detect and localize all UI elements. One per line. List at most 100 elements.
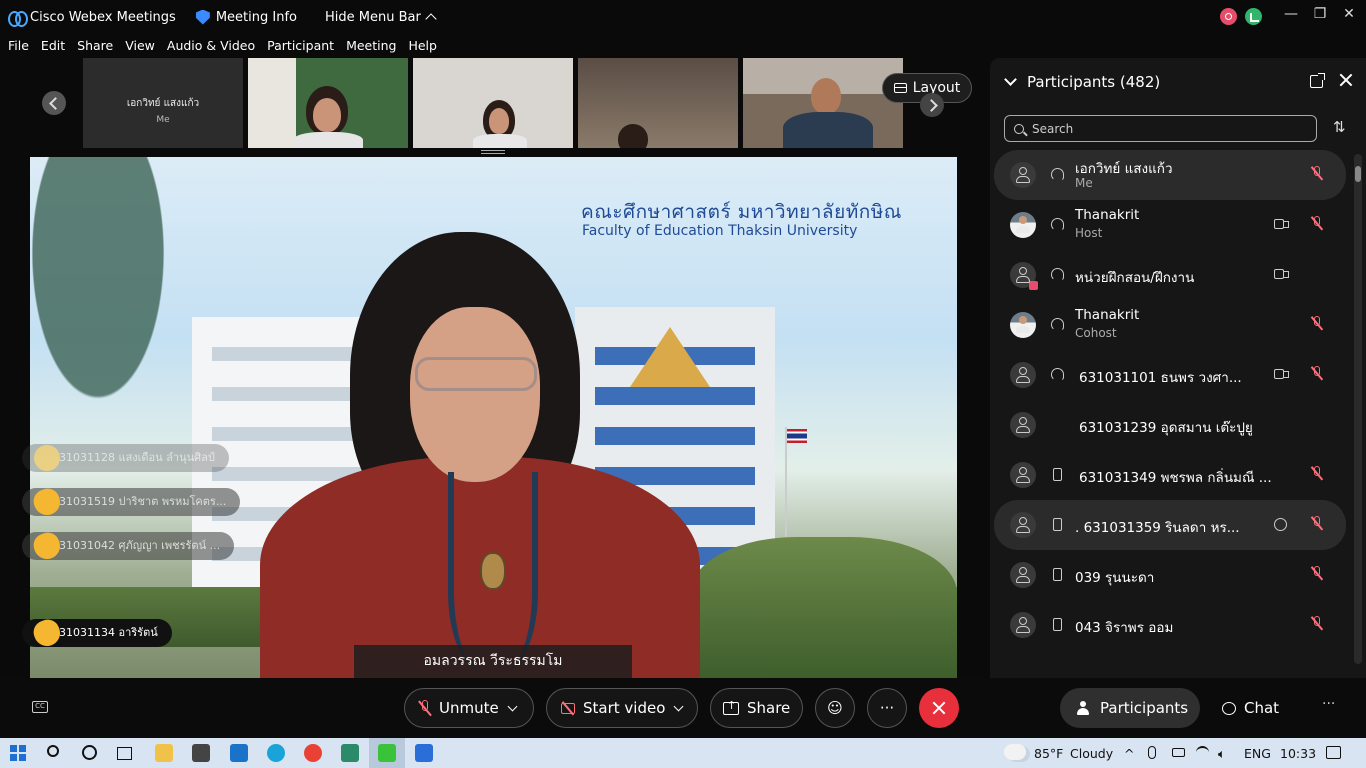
start-video-button[interactable]: Start video: [546, 688, 698, 728]
microphone-icon[interactable]: [1148, 746, 1156, 759]
hide-menu-bar-button[interactable]: Hide Menu Bar: [325, 10, 437, 25]
speaker-icon[interactable]: 🔈︎: [1218, 746, 1226, 762]
mic-muted-icon[interactable]: [1312, 316, 1322, 331]
phone-icon: [1053, 518, 1062, 531]
chat-bubble-icon[interactable]: [1274, 518, 1287, 531]
camera-icon: [1274, 219, 1289, 229]
camera-icon: [1274, 269, 1289, 279]
cortana-icon[interactable]: [82, 745, 97, 760]
clock[interactable]: 10:33: [1280, 746, 1316, 761]
participant-name: หน่วยฝึกสอน/ฝึกงาน: [1075, 270, 1195, 286]
task-view-icon[interactable]: [117, 747, 132, 760]
menu-meeting[interactable]: Meeting: [338, 36, 400, 56]
menu-participant[interactable]: Participant: [259, 36, 338, 56]
participant-row[interactable]: หน่วยฝึกสอน/ฝึกงาน: [994, 250, 1346, 300]
close-window-button[interactable]: ✕: [1334, 4, 1364, 24]
scroll-thumb[interactable]: [1355, 166, 1361, 182]
participants-toggle-button[interactable]: Participants: [1060, 688, 1200, 728]
drag-handle[interactable]: [481, 150, 505, 154]
menu-view[interactable]: View: [117, 36, 159, 56]
network-stats-icon[interactable]: [1245, 8, 1262, 25]
participants-label: Participants: [1100, 699, 1189, 717]
participant-row[interactable]: 043 จิราพร ออม: [994, 600, 1346, 650]
mic-muted-icon[interactable]: [1312, 366, 1322, 381]
app-icon[interactable]: [341, 744, 359, 762]
restore-button[interactable]: ❐: [1305, 4, 1335, 24]
menu-edit[interactable]: Edit: [33, 36, 69, 56]
reactions-button[interactable]: ☺: [815, 688, 855, 728]
battery-icon[interactable]: [1172, 748, 1185, 757]
shield-icon[interactable]: [195, 9, 210, 25]
notification-icon[interactable]: [1326, 746, 1341, 759]
participant-row[interactable]: . 631031359 รินลดา หร...: [994, 500, 1346, 550]
reaction-toast: 631031128 แสงเดือน ลำนุนศิลป์: [22, 444, 229, 472]
participant-video-thumbnail[interactable]: [248, 58, 408, 148]
participant-row[interactable]: Thanakrit Host: [994, 200, 1346, 250]
wifi-icon[interactable]: [1196, 746, 1209, 759]
chevron-down-icon[interactable]: [1004, 73, 1017, 86]
trees-background: [690, 537, 957, 678]
participant-video-thumbnail[interactable]: [413, 58, 573, 148]
webex-taskbar-icon[interactable]: [415, 744, 433, 762]
participant-video-thumbnail[interactable]: [578, 58, 738, 148]
temperature[interactable]: 85°F: [1034, 746, 1063, 761]
close-icon[interactable]: [1338, 72, 1354, 88]
mic-muted-icon[interactable]: [1312, 216, 1322, 231]
chevron-up-icon[interactable]: ^: [1124, 746, 1134, 761]
menu-file[interactable]: File: [0, 36, 33, 56]
search-icon[interactable]: [47, 745, 59, 757]
windows-start-icon[interactable]: [10, 745, 26, 761]
mic-muted-icon[interactable]: [1312, 566, 1322, 581]
file-explorer-icon[interactable]: [155, 744, 173, 762]
chevron-down-icon[interactable]: [673, 701, 684, 711]
avatar: [1010, 362, 1036, 388]
participant-row[interactable]: 039 รุนนะดา: [994, 550, 1346, 600]
weather-text[interactable]: Cloudy: [1070, 746, 1113, 761]
menu-help[interactable]: Help: [400, 36, 441, 56]
participant-row[interactable]: 631031239 อุดสมาน เต๊ะปูยู: [994, 400, 1346, 450]
participant-list-scrollbar[interactable]: [1354, 154, 1362, 664]
meeting-info-button[interactable]: Meeting Info: [216, 10, 297, 25]
minimize-button[interactable]: —: [1276, 4, 1306, 24]
participant-name: 631031101 ธนพร วงศา...: [1079, 370, 1242, 386]
menu-audio-video[interactable]: Audio & Video: [159, 36, 259, 56]
self-video-thumbnail[interactable]: เอกวิทย์ แสงแก้ว Me: [83, 58, 243, 148]
search-input[interactable]: Search: [1004, 115, 1317, 142]
weather-cloud-icon[interactable]: [1004, 744, 1026, 760]
leave-meeting-button[interactable]: [919, 688, 959, 728]
headset-icon: [1051, 168, 1064, 181]
participant-role: Me: [1075, 176, 1093, 190]
participant-video-thumbnail[interactable]: [743, 58, 903, 148]
popout-icon[interactable]: [1310, 73, 1325, 88]
mail-icon[interactable]: [230, 744, 248, 762]
chevron-down-icon[interactable]: [507, 701, 518, 711]
store-icon[interactable]: [192, 744, 210, 762]
line-icon[interactable]: [378, 744, 396, 762]
reaction-text: 631031128 แสงเดือน ลำนุนศิลป์: [52, 451, 215, 464]
participant-row[interactable]: เอกวิทย์ แสงแก้ว Me: [994, 150, 1346, 200]
edge-icon[interactable]: [267, 744, 285, 762]
app-title: Cisco Webex Meetings: [30, 9, 176, 25]
unmute-button[interactable]: Unmute: [404, 688, 534, 728]
language-indicator[interactable]: ENG: [1244, 746, 1271, 761]
chevron-right-icon[interactable]: [920, 93, 944, 117]
menu-share[interactable]: Share: [69, 36, 117, 56]
avatar: [1010, 612, 1036, 638]
mic-muted-icon[interactable]: [1312, 616, 1322, 631]
mic-muted-icon[interactable]: [1312, 166, 1322, 181]
more-options-button[interactable]: ···: [867, 688, 907, 728]
webex-logo-icon: [8, 11, 28, 27]
more-panels-button[interactable]: ···: [1322, 696, 1335, 712]
share-button[interactable]: Share: [710, 688, 803, 728]
chevron-left-icon[interactable]: [42, 91, 66, 115]
closed-captions-icon[interactable]: CC: [32, 701, 48, 713]
recording-icon[interactable]: [1220, 8, 1237, 25]
mic-muted-icon[interactable]: [1312, 466, 1322, 481]
sort-icon[interactable]: ⇅: [1333, 118, 1346, 136]
mic-muted-icon[interactable]: [1312, 516, 1322, 531]
participant-row[interactable]: 631031101 ธนพร วงศา...: [994, 350, 1346, 400]
participant-row[interactable]: Thanakrit Cohost: [994, 300, 1346, 350]
chat-button[interactable]: Chat: [1222, 688, 1279, 728]
participant-row[interactable]: 631031349 พชรพล กลิ่นมณี ...: [994, 450, 1346, 500]
chrome-icon[interactable]: [304, 744, 322, 762]
